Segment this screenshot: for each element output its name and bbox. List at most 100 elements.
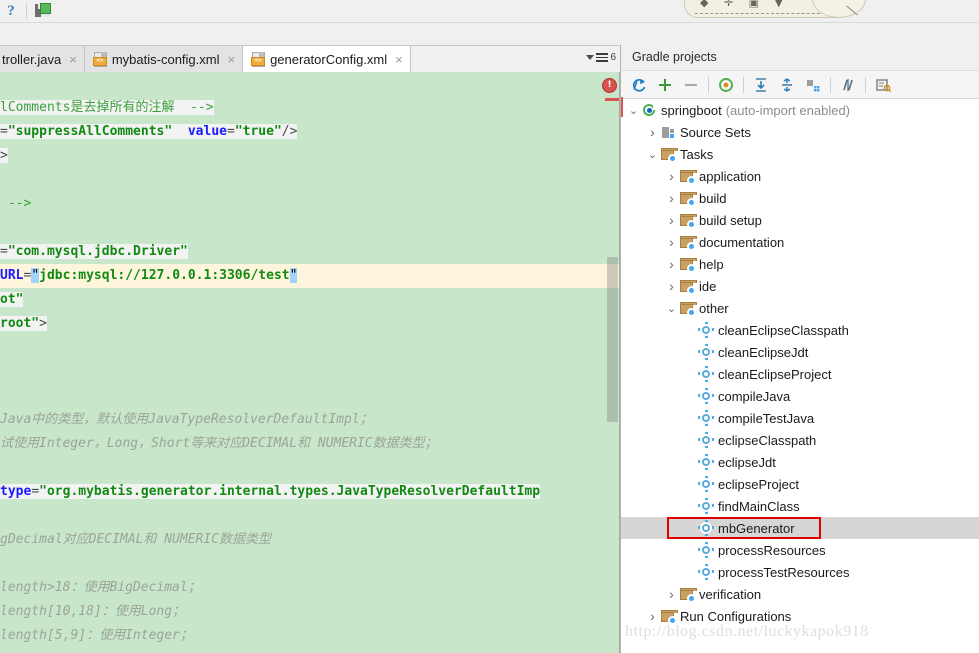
gradle-tree-row[interactable]: › build setup xyxy=(621,209,979,231)
chevron-down-icon[interactable]: ⌄ xyxy=(627,104,640,117)
gradle-tree-row[interactable]: › build xyxy=(621,187,979,209)
gradle-tree-label: Source Sets xyxy=(680,124,751,140)
gradle-tree-label: cleanEclipseJdt xyxy=(718,344,809,360)
chevron-down-icon[interactable]: ⌄ xyxy=(665,302,678,315)
gradle-tree-label: compileTestJava xyxy=(718,410,815,426)
error-stripe-mark[interactable] xyxy=(605,98,619,101)
gradle-tree-row[interactable]: compileJava xyxy=(621,385,979,407)
gradle-tree-label: documentation xyxy=(699,234,785,250)
gradle-tree-row[interactable]: findMainClass xyxy=(621,495,979,517)
error-badge[interactable]: ! xyxy=(602,78,617,93)
close-icon[interactable]: × xyxy=(69,52,77,67)
gradle-tree-label: eclipseClasspath xyxy=(718,432,817,448)
code-token: "com.mysql.jdbc.Driver" xyxy=(7,244,188,259)
gradle-tree-row[interactable]: › help xyxy=(621,253,979,275)
help-question-icon[interactable]: ? xyxy=(0,1,22,21)
gradle-tree-row[interactable]: cleanEclipseJdt xyxy=(621,341,979,363)
code-line: Java中的类型，默认使用JavaTypeResolverDefaultImpl… xyxy=(0,408,620,432)
gradle-tree-row[interactable]: cleanEclipseProject xyxy=(621,363,979,385)
code-token: "true" xyxy=(234,124,282,139)
gradle-tree-row[interactable]: eclipseProject xyxy=(621,473,979,495)
close-icon[interactable]: × xyxy=(395,52,403,67)
gradle-tree-row[interactable]: › ide xyxy=(621,275,979,297)
execute-task-icon[interactable] xyxy=(714,74,738,96)
chevron-right-icon[interactable]: › xyxy=(665,190,678,206)
chevron-right-icon[interactable]: › xyxy=(665,234,678,250)
collapse-all-icon[interactable] xyxy=(775,74,799,96)
code-token: --> xyxy=(0,196,32,211)
code-editor[interactable]: lComments是去掉所有的注解 --> ="suppressAllCommen… xyxy=(0,72,620,653)
gradle-tree-row[interactable]: processTestResources xyxy=(621,561,979,583)
code-token: " xyxy=(289,268,298,283)
chevron-right-icon[interactable]: › xyxy=(665,278,678,294)
tasks-folder-icon xyxy=(680,213,697,229)
toolbar-separator xyxy=(26,3,27,19)
chevron-right-icon[interactable]: › xyxy=(646,124,659,140)
settings-icon[interactable] xyxy=(871,74,895,96)
toggle-offline-icon[interactable] xyxy=(801,74,825,96)
code-line: --> xyxy=(0,192,620,216)
chevron-right-icon[interactable]: › xyxy=(665,212,678,228)
gradle-tree-label: other xyxy=(699,300,729,316)
gradle-tree-row[interactable]: ⌄ springboot (auto-import enabled) xyxy=(621,99,979,121)
gradle-tree-row[interactable]: ⌄ other xyxy=(621,297,979,319)
skip-tests-icon[interactable] xyxy=(836,74,860,96)
code-token: gDecimal对应DECIMAL和 NUMERIC数据类型 xyxy=(0,532,272,547)
gradle-task-tree[interactable]: ⌄ springboot (auto-import enabled) › Source … xyxy=(621,99,979,653)
gradle-tree-label: findMainClass xyxy=(718,498,800,514)
gradle-tree-row[interactable]: › Source Sets xyxy=(621,121,979,143)
code-line: > xyxy=(0,144,620,168)
editor-tab-2[interactable]: <> generatorConfig.xml × xyxy=(243,46,411,73)
gradle-tree-row[interactable]: › application xyxy=(621,165,979,187)
chevron-right-icon[interactable]: › xyxy=(646,608,659,624)
tab-list-dropdown[interactable]: 6 xyxy=(586,51,616,64)
code-line: length>18：使用BigDecimal； xyxy=(0,576,620,600)
tasks-folder-icon xyxy=(680,169,697,185)
gradle-tree-row[interactable]: cleanEclipseClasspath xyxy=(621,319,979,341)
chevron-right-icon[interactable]: › xyxy=(665,168,678,184)
code-line: type="org.mybatis.generator.internal.typ… xyxy=(0,480,620,504)
gradle-tree-suffix: (auto-import enabled) xyxy=(725,102,851,118)
add-icon[interactable] xyxy=(653,74,677,96)
code-line: ="suppressAllComments" value="true"/> xyxy=(0,120,620,144)
expand-all-icon[interactable] xyxy=(749,74,773,96)
code-token: "org.mybatis.generator.internal.types.Ja… xyxy=(39,484,541,499)
gradle-tree-label: help xyxy=(699,256,724,272)
toolbar-separator xyxy=(830,76,831,93)
gradle-tree-label: cleanEclipseProject xyxy=(718,366,832,382)
gradle-tree-row[interactable]: › documentation xyxy=(621,231,979,253)
gradle-tree-row[interactable]: eclipseJdt xyxy=(621,451,979,473)
refresh-icon[interactable] xyxy=(627,74,651,96)
editor-tab-1[interactable]: <> mybatis-config.xml × xyxy=(84,46,244,72)
close-icon[interactable]: × xyxy=(227,52,235,67)
gradle-tree-row[interactable]: ⌄ Tasks xyxy=(621,143,979,165)
chevron-right-icon[interactable]: › xyxy=(665,256,678,272)
help-glyph: ? xyxy=(7,2,15,19)
code-line: length[5,9]：使用Integer； xyxy=(0,624,620,648)
code-token: = xyxy=(31,484,40,499)
save-all-icon[interactable] xyxy=(31,1,53,21)
gradle-tree-label: eclipseJdt xyxy=(718,454,776,470)
editor-tab-0[interactable]: troller.java × xyxy=(0,46,85,72)
gradle-tree-row[interactable]: compileTestJava xyxy=(621,407,979,429)
editor-vertical-scrollbar[interactable] xyxy=(607,257,618,422)
gradle-tree-label: verification xyxy=(699,586,762,602)
gradle-tree-row[interactable]: eclipseClasspath xyxy=(621,429,979,451)
chevron-down-icon[interactable]: ⌄ xyxy=(646,148,659,161)
gradle-tree-row[interactable]: › verification xyxy=(621,583,979,605)
remove-icon[interactable] xyxy=(679,74,703,96)
code-line: ="com.mysql.jdbc.Driver" xyxy=(0,240,620,264)
code-token: " xyxy=(31,268,40,283)
gradle-tree-row[interactable]: mbGenerator xyxy=(621,517,979,539)
code-token: length[10,18]：使用Long； xyxy=(0,604,186,619)
chevron-right-icon[interactable]: › xyxy=(665,586,678,602)
ide-window: ? ◆ ✛ ▣ ▼ troller.java × <> mybatis-conf… xyxy=(0,0,979,653)
code-line: gDecimal对应DECIMAL和 NUMERIC数据类型 xyxy=(0,528,620,552)
gradle-task-icon xyxy=(698,387,714,404)
gradle-tree-label: application xyxy=(699,168,762,184)
gradle-tree-row[interactable]: processResources xyxy=(621,539,979,561)
